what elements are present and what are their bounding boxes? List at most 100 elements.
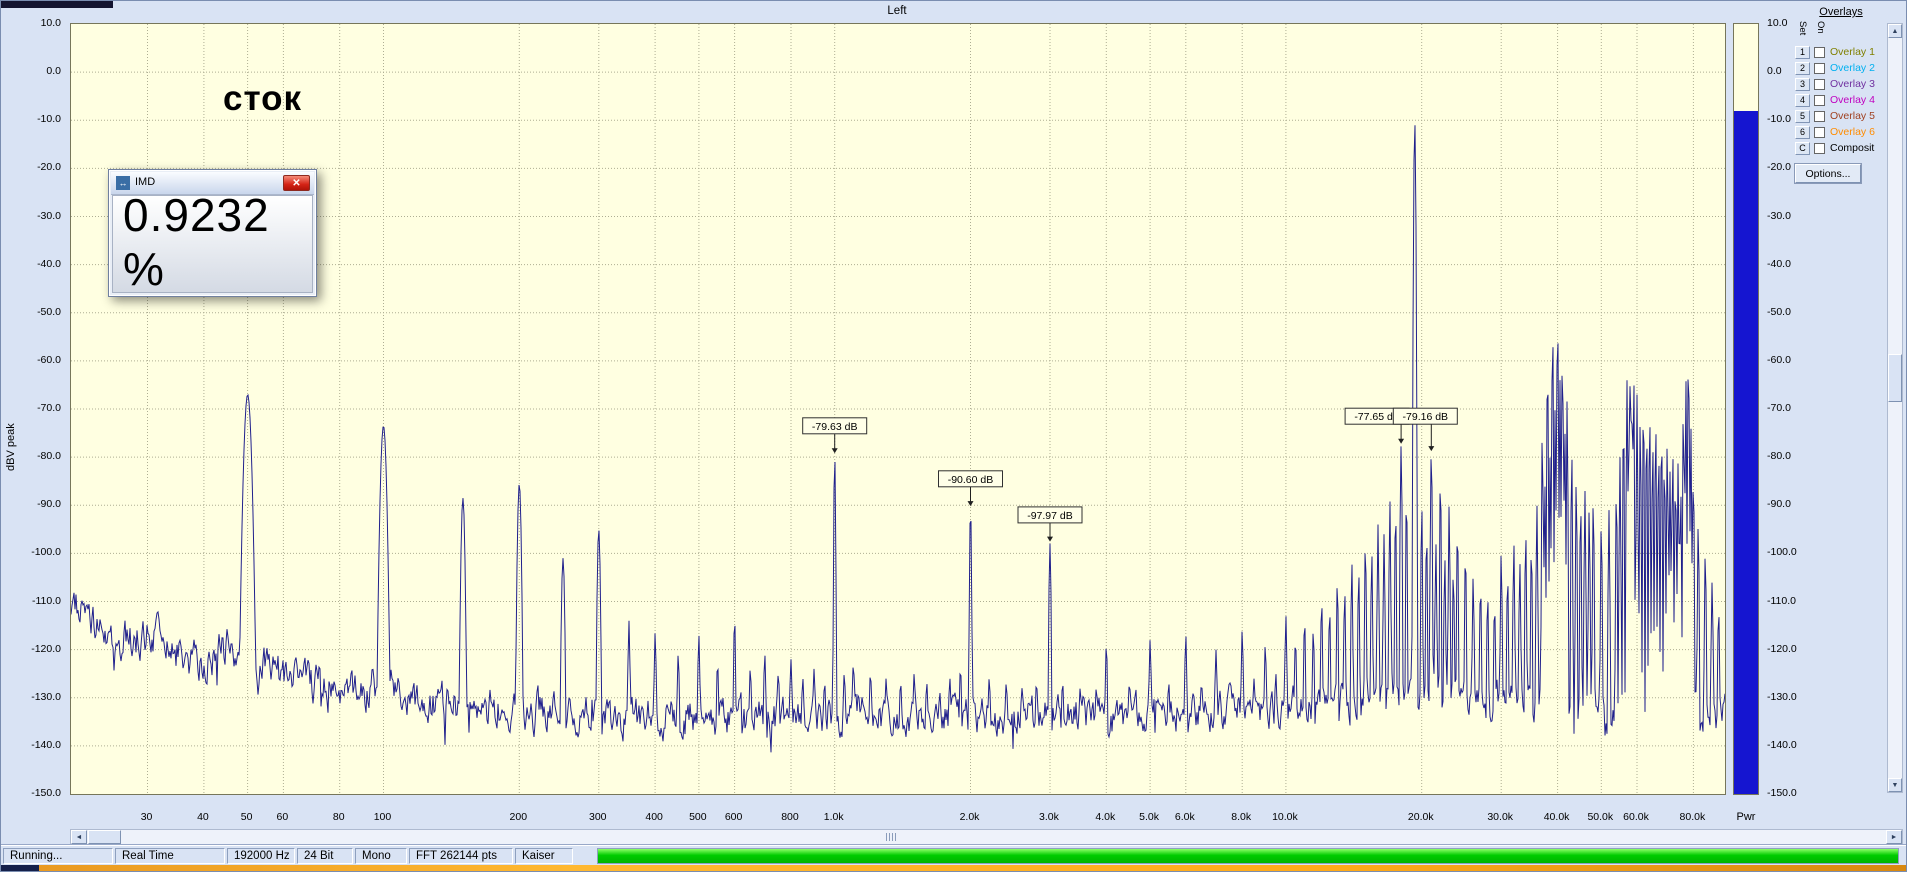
power-meter-label: Pwr (1736, 811, 1756, 823)
imd-value: 0.9232 % (123, 188, 270, 295)
imd-dialog[interactable]: ↔ IMD ✕ 0.9232 % (108, 169, 317, 297)
x-tick-label: 30 (140, 811, 153, 823)
scroll-up-arrow-icon[interactable]: ▲ (1888, 24, 1902, 38)
y-tick-label: -50.0 (1767, 305, 1791, 318)
overlay-set-button[interactable]: 5 (1795, 110, 1810, 123)
y-tick-label: 0.0 (1767, 65, 1782, 78)
y-tick-label: -20.0 (1767, 161, 1791, 174)
vertical-scrollbar[interactable]: ▲ ▼ (1887, 23, 1903, 793)
y-tick-label: -20.0 (37, 161, 61, 174)
y-tick-label: -40.0 (37, 257, 61, 270)
y-tick-label: -120.0 (31, 642, 61, 655)
overlay-on-checkbox[interactable] (1814, 63, 1825, 74)
spectrum-analyzer-window: Left dBV peak 10.0 0.0 -10.0 -20.0 -30.0 -40.… (0, 0, 1907, 872)
svg-text:-79.63 dB: -79.63 dB (812, 421, 858, 433)
y-tick-label: -100.0 (1767, 546, 1797, 559)
scroll-left-arrow-icon[interactable]: ◄ (71, 830, 87, 844)
overlay-row: C Composit (1795, 142, 1887, 156)
status-channels: Mono (355, 848, 407, 864)
overlay-on-checkbox[interactable] (1814, 127, 1825, 138)
overlay-label: Composit (1830, 142, 1875, 154)
y-tick-label: -40.0 (1767, 257, 1791, 270)
y-tick-label: -90.0 (1767, 498, 1791, 511)
svg-text:-90.60 dB: -90.60 dB (948, 474, 994, 486)
overlay-set-button[interactable]: 2 (1795, 62, 1810, 75)
y-tick-label: -100.0 (31, 546, 61, 559)
status-running: Running... (3, 848, 113, 864)
x-tick-label: 10.0k (1272, 811, 1298, 823)
power-meter (1733, 23, 1759, 795)
power-meter-fill (1734, 110, 1758, 794)
svg-text:-97.97 dB: -97.97 dB (1027, 510, 1073, 522)
x-tick-label: 1.0k (823, 811, 844, 823)
y-tick-label: -30.0 (37, 209, 61, 222)
x-tick-label: 80.0k (1679, 811, 1706, 823)
y-tick-label: -130.0 (31, 690, 61, 703)
overlays-panel: Overlays Set On 1 Overlay 1 2 Overlay 2 3 Ove… (1794, 6, 1887, 201)
overlay-on-checkbox[interactable] (1814, 143, 1825, 154)
taskbar-fragment (1, 865, 39, 871)
status-fft-size: FFT 262144 pts (409, 848, 513, 864)
overlay-row: 2 Overlay 2 (1795, 62, 1887, 76)
y-tick-label: -150.0 (31, 787, 61, 799)
options-button[interactable]: Options... (1794, 163, 1862, 184)
overlays-title: Overlays (1819, 6, 1863, 18)
y-tick-label: -110.0 (32, 594, 61, 607)
overlay-on-checkbox[interactable] (1814, 79, 1825, 90)
scrollbar-grip (886, 833, 897, 841)
scroll-down-arrow-icon[interactable]: ▼ (1888, 778, 1902, 792)
svg-text:-79.16 dB: -79.16 dB (1403, 411, 1449, 423)
y-tick-label: -10.0 (37, 113, 61, 126)
overlay-set-button[interactable]: 6 (1795, 126, 1810, 139)
y-tick-label: -50.0 (37, 305, 61, 318)
status-fft-window: Kaiser (515, 848, 573, 864)
y-tick-label: 10.0 (40, 17, 61, 29)
y-tick-label: -30.0 (1767, 209, 1791, 222)
y-tick-label: 0.0 (46, 65, 61, 78)
overlays-on-column-header: On (1815, 21, 1826, 34)
annotation-text: сток (223, 79, 303, 118)
x-tick-label: 3.0k (1039, 811, 1059, 823)
overlay-label: Overlay 3 (1830, 78, 1875, 90)
overlay-label: Overlay 4 (1830, 94, 1875, 106)
y-tick-label: -110.0 (1767, 594, 1796, 607)
overlay-on-checkbox[interactable] (1814, 95, 1825, 106)
overlay-set-button[interactable]: 4 (1795, 94, 1810, 107)
overlay-set-button[interactable]: C (1795, 142, 1810, 155)
overlay-row: 4 Overlay 4 (1795, 94, 1887, 108)
vertical-scrollbar-thumb[interactable] (1888, 354, 1902, 402)
spectrum-plot[interactable]: -79.63 dB -90.60 dB -97.97 dB -77.65 dB -79.… (70, 23, 1726, 795)
overlay-row: 6 Overlay 6 (1795, 126, 1887, 140)
overlay-set-button[interactable]: 1 (1795, 46, 1810, 59)
y-tick-label: -150.0 (1767, 787, 1797, 799)
overlay-label: Overlay 5 (1830, 110, 1875, 122)
chart-title: Left (887, 5, 907, 17)
y-tick-label: -120.0 (1767, 642, 1797, 655)
signal-level-bar (597, 848, 1899, 864)
overlay-set-button[interactable]: 3 (1795, 78, 1810, 91)
status-samplerate: 192000 Hz (227, 848, 295, 864)
peak-markers: -79.63 dB-90.60 dB-97.97 dB-77.65 dB -79.… (802, 407, 1458, 542)
y-tick-label: -140.0 (31, 738, 61, 751)
imd-dialog-title: IMD (135, 176, 156, 188)
horizontal-scrollbar-thumb[interactable] (88, 830, 121, 844)
overlay-label: Overlay 1 (1830, 46, 1875, 58)
overlay-row: 3 Overlay 3 (1795, 78, 1887, 92)
status-bar: Running... Real Time 192000 Hz 24 Bit Mo… (1, 845, 1906, 866)
y-tick-label: -130.0 (1767, 690, 1797, 703)
y-tick-label: -70.0 (37, 402, 61, 414)
overlay-label: Overlay 2 (1830, 62, 1875, 74)
x-tick-label: 300 (588, 811, 607, 823)
horizontal-scrollbar[interactable]: ◄ ► (70, 829, 1903, 845)
taskbar-strip (1, 865, 1906, 871)
y-tick-label: -10.0 (1767, 113, 1791, 126)
status-bitdepth: 24 Bit (297, 848, 353, 864)
x-tick-label: 200 (509, 811, 528, 823)
overlay-row: 5 Overlay 5 (1795, 110, 1887, 124)
overlay-on-checkbox[interactable] (1814, 47, 1825, 58)
y-tick-label: -80.0 (37, 450, 61, 463)
overlay-on-checkbox[interactable] (1814, 111, 1825, 122)
spectrum-trace (71, 125, 1725, 753)
scroll-right-arrow-icon[interactable]: ► (1886, 830, 1902, 844)
x-tick-label: 20.0k (1407, 811, 1434, 823)
